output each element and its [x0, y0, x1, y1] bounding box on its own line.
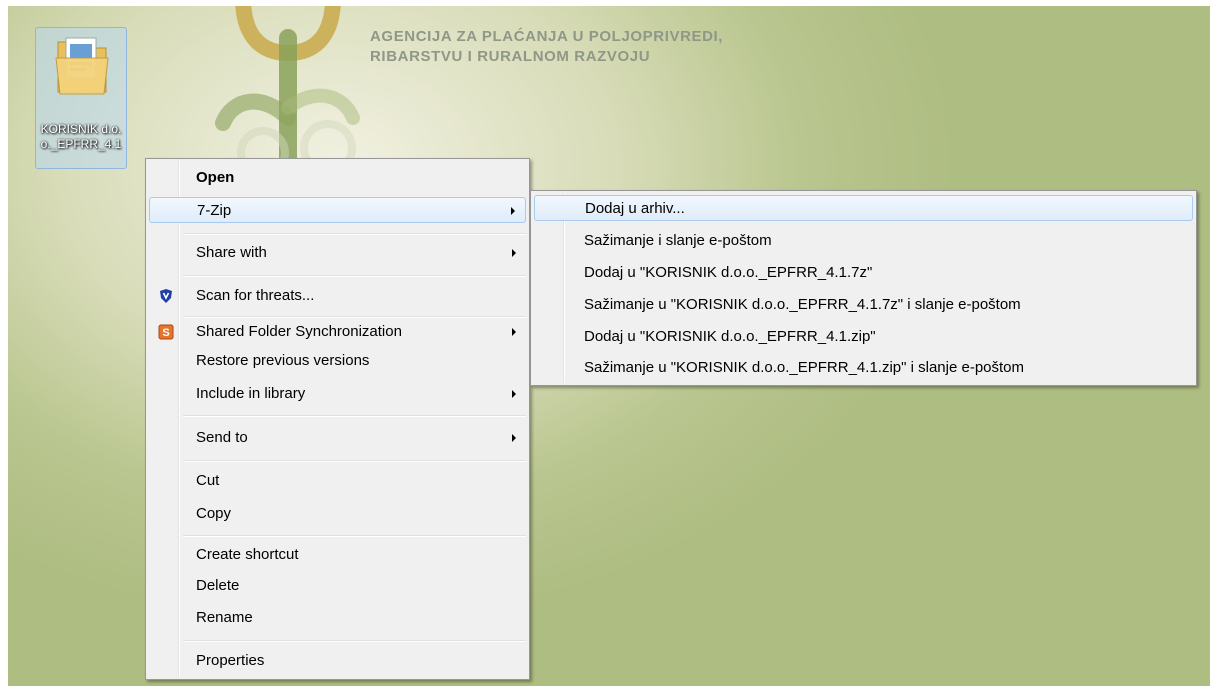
- menu-item-cut[interactable]: Cut: [149, 468, 526, 494]
- menu-item-create-shortcut[interactable]: Create shortcut: [149, 542, 526, 568]
- menu-separator: [183, 640, 526, 642]
- menu-separator: [183, 535, 526, 537]
- menu-separator: [183, 460, 526, 462]
- submenu-arrow-icon: [512, 249, 516, 257]
- menu-item-open[interactable]: Open: [149, 165, 526, 191]
- menu-item-7zip[interactable]: 7-Zip: [149, 197, 526, 223]
- menu-separator: [183, 415, 526, 417]
- menu-item-label: Open: [196, 169, 235, 186]
- submenu-item-add-to-7z[interactable]: Dodaj u "KORISNIK d.o.o._EPFRR_4.1.7z": [534, 260, 1193, 286]
- folder-name-label: KORISNIK d.o.o._EPFRR_4.1: [40, 122, 122, 151]
- menu-item-label: Include in library: [196, 385, 306, 402]
- agency-title-line1: AGENCIJA ZA PLAĆANJA U POLJOPRIVREDI,: [370, 28, 724, 45]
- menu-item-restore-previous-versions[interactable]: Restore previous versions: [149, 348, 526, 374]
- menu-item-include-in-library[interactable]: Include in library: [149, 381, 526, 407]
- menu-item-properties[interactable]: Properties: [149, 648, 526, 674]
- agency-title-line2: RIBARSTVU I RURALNOM RAZVOJU: [370, 48, 651, 65]
- menu-item-label: Restore previous versions: [196, 352, 370, 369]
- menu-item-label: Share with: [196, 244, 267, 261]
- 7zip-submenu: Dodaj u arhiv... Sažimanje i slanje e-po…: [530, 190, 1197, 386]
- menu-item-label: Dodaj u "KORISNIK d.o.o._EPFRR_4.1.zip": [584, 328, 876, 345]
- shield-icon: [160, 289, 172, 303]
- submenu-item-compress-zip-and-email[interactable]: Sažimanje u "KORISNIK d.o.o._EPFRR_4.1.z…: [534, 355, 1193, 381]
- menu-item-delete[interactable]: Delete: [149, 573, 526, 599]
- menu-item-label: Dodaj u arhiv...: [585, 200, 685, 217]
- menu-item-label: Properties: [196, 652, 265, 669]
- menu-item-label: Sažimanje u "KORISNIK d.o.o._EPFRR_4.1.z…: [584, 359, 1025, 376]
- submenu-arrow-icon: [512, 434, 516, 442]
- submenu-item-add-to-zip[interactable]: Dodaj u "KORISNIK d.o.o._EPFRR_4.1.zip": [534, 324, 1193, 350]
- folder-icon: [55, 37, 109, 95]
- menu-item-send-to[interactable]: Send to: [149, 425, 526, 451]
- menu-item-share-with[interactable]: Share with: [149, 240, 526, 266]
- submenu-arrow-icon: [511, 207, 515, 215]
- menu-separator: [183, 233, 526, 235]
- context-menu: Open 7-Zip Share with Scan for threats..…: [145, 158, 530, 680]
- menu-item-label: Scan for threats...: [196, 287, 315, 304]
- menu-item-label: Shared Folder Synchronization: [196, 323, 402, 340]
- menu-item-label: Send to: [196, 429, 248, 446]
- menu-item-scan-for-threats[interactable]: Scan for threats...: [149, 283, 526, 309]
- menu-separator: [183, 275, 526, 277]
- menu-item-label: Create shortcut: [196, 546, 299, 563]
- menu-separator: [183, 316, 526, 318]
- submenu-item-compress-7z-and-email[interactable]: Sažimanje u "KORISNIK d.o.o._EPFRR_4.1.7…: [534, 292, 1193, 318]
- menu-item-label: Rename: [196, 609, 253, 626]
- menu-item-copy[interactable]: Copy: [149, 501, 526, 527]
- menu-item-label: Dodaj u "KORISNIK d.o.o._EPFRR_4.1.7z": [584, 264, 873, 281]
- menu-item-label: Copy: [196, 505, 232, 522]
- submenu-item-add-to-archive[interactable]: Dodaj u arhiv...: [534, 195, 1193, 221]
- menu-item-label: Cut: [196, 472, 220, 489]
- svg-text:S: S: [162, 327, 169, 339]
- menu-item-shared-folder-sync[interactable]: S Shared Folder Synchronization: [149, 319, 526, 345]
- submenu-arrow-icon: [512, 328, 516, 336]
- menu-item-label: 7-Zip: [197, 202, 232, 219]
- menu-item-label: Sažimanje u "KORISNIK d.o.o._EPFRR_4.1.7…: [584, 296, 1021, 313]
- submenu-item-compress-and-email[interactable]: Sažimanje i slanje e-poštom: [534, 228, 1193, 254]
- menu-item-label: Delete: [196, 577, 240, 594]
- desktop-folder-item[interactable]: KORISNIK d.o.o._EPFRR_4.1: [35, 27, 127, 169]
- submenu-arrow-icon: [512, 390, 516, 398]
- menu-item-rename[interactable]: Rename: [149, 605, 526, 631]
- menu-item-label: Sažimanje i slanje e-poštom: [584, 232, 772, 249]
- sync-icon: S: [158, 324, 174, 340]
